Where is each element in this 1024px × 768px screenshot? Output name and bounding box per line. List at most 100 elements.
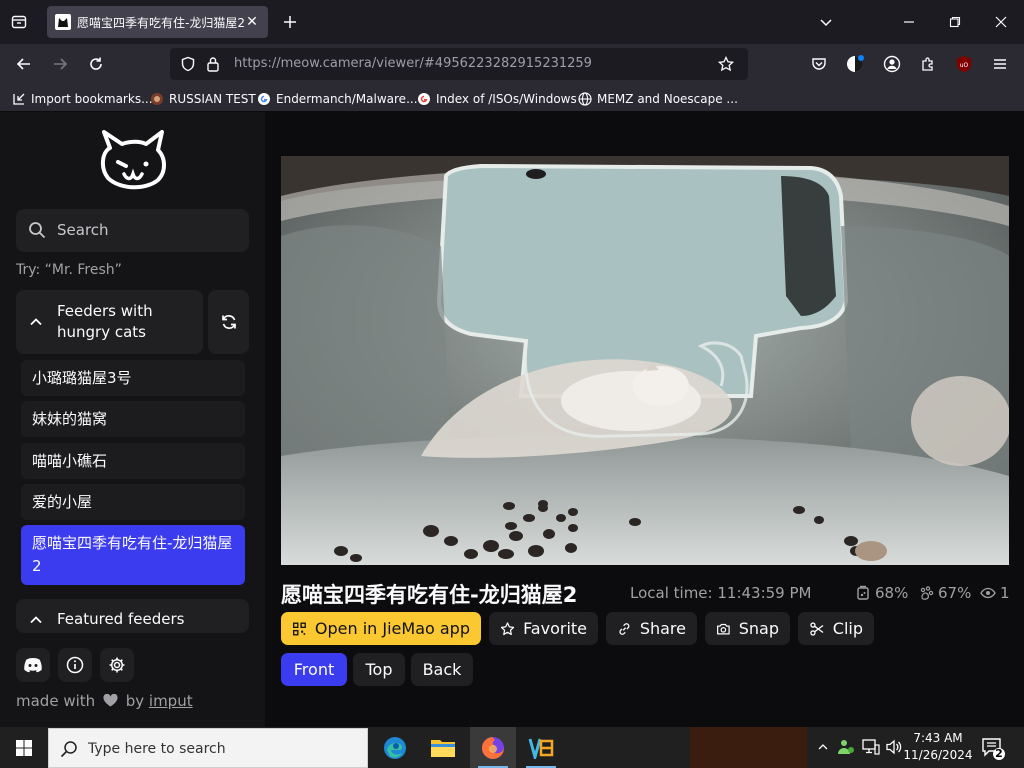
clip-button[interactable]: Clip <box>798 612 874 645</box>
chevron-up-icon <box>28 314 44 330</box>
tab-bar: 愿喵宝四季有吃有住-龙归猫屋2 ✕ <box>0 0 1024 44</box>
discord-button[interactable] <box>16 648 50 682</box>
viewer-count-stat: 1 <box>980 584 1010 602</box>
hamburger-menu-icon[interactable] <box>989 53 1011 75</box>
scissors-icon <box>810 621 824 636</box>
camera-feed-image <box>281 156 1009 565</box>
volume-icon[interactable] <box>885 738 903 756</box>
pocket-icon[interactable] <box>808 53 830 75</box>
view-back-button[interactable]: Back <box>411 653 473 686</box>
user-presence-icon[interactable] <box>837 738 855 756</box>
made-with-text: made with <box>16 692 96 710</box>
show-hidden-icons-chevron-icon[interactable] <box>814 738 832 756</box>
snap-button[interactable]: Snap <box>705 612 790 645</box>
close-window-icon[interactable] <box>990 11 1012 33</box>
bookmark-label: MEMZ and Noescape ... <box>597 91 738 106</box>
list-all-tabs-icon[interactable] <box>8 11 30 33</box>
virtualbox-icon[interactable] <box>518 727 564 768</box>
author-link[interactable]: imput <box>149 692 193 710</box>
favorite-button[interactable]: Favorite <box>489 612 598 645</box>
open-in-app-button[interactable]: Open in JieMao app <box>281 612 481 645</box>
feeder-item[interactable]: 妹妹的猫窝 <box>21 401 245 437</box>
close-tab-icon[interactable]: ✕ <box>244 14 260 30</box>
view-top-button[interactable]: Top <box>353 653 405 686</box>
feeder-item[interactable]: 小璐璐猫屋3号 <box>21 360 245 396</box>
bookmark-label: Index of /ISOs/Windows <box>436 91 577 106</box>
clip-label: Clip <box>832 619 863 638</box>
desktop-wallpaper-peek <box>690 727 807 768</box>
account-icon[interactable] <box>881 53 903 75</box>
refresh-button[interactable] <box>208 290 249 354</box>
edge-browser-icon[interactable] <box>372 727 418 768</box>
heart-icon <box>103 694 118 707</box>
feeder-item[interactable]: 爱的小屋 <box>21 484 245 520</box>
paw-icon <box>920 586 934 600</box>
bookmarks-toolbar: Import bookmarks... RUSSIAN TEST Enderma… <box>0 84 1024 112</box>
snap-label: Snap <box>738 619 779 638</box>
windows-start-icon[interactable] <box>0 727 48 768</box>
bookmark-label: Import bookmarks... <box>31 91 153 106</box>
bookmark-memz-noescape[interactable]: MEMZ and Noescape ... <box>578 90 738 107</box>
tab-overflow-chevron-icon[interactable] <box>815 11 837 33</box>
address-bar[interactable]: https://meow.camera/viewer/#495622328291… <box>170 48 748 80</box>
cat-favicon-icon <box>55 14 71 30</box>
dark-mode-extension-icon[interactable] <box>844 53 866 75</box>
group-title: Featured feeders <box>57 610 185 628</box>
search-icon <box>28 221 46 239</box>
taskbar-search-input[interactable]: Type here to search <box>48 728 368 768</box>
tracking-protection-shield-icon[interactable] <box>180 56 196 72</box>
clock-date: 11/26/2024 <box>903 748 973 762</box>
firefox-icon[interactable] <box>470 727 516 768</box>
restore-icon[interactable] <box>944 11 966 33</box>
viewer-count-value: 1 <box>1000 584 1010 602</box>
ublock-origin-icon[interactable]: uO <box>953 53 975 75</box>
extensions-puzzle-icon[interactable] <box>917 53 939 75</box>
bookmark-russian-test[interactable]: RUSSIAN TEST <box>150 90 256 107</box>
url-text[interactable]: https://meow.camera/viewer/#495622328291… <box>234 56 592 71</box>
made-with-by: by <box>125 692 145 710</box>
minimize-icon[interactable] <box>898 11 920 33</box>
hungry-feeders-group-toggle[interactable]: Feeders with hungry cats <box>16 290 203 354</box>
forward-arrow-icon[interactable] <box>49 53 71 75</box>
back-arrow-icon[interactable] <box>13 53 35 75</box>
url-path: /viewer/#4956223282915231259 <box>371 56 592 71</box>
bookmark-index-of-isos[interactable]: Index of /ISOs/Windows <box>417 90 577 107</box>
bookmark-import[interactable]: Import bookmarks... <box>12 90 153 107</box>
windows-taskbar: Type here to search 7:43 AM 11/26/2024 2 <box>0 727 1024 768</box>
meow-camera-page: Search Try: “Mr. Fresh” Feeders with hun… <box>0 112 1024 727</box>
site-favicon-icon <box>151 92 163 105</box>
google-favicon-icon <box>418 92 430 105</box>
feeder-title: 愿喵宝四季有吃有住-龙归猫屋2 <box>281 583 578 607</box>
reload-icon[interactable] <box>85 53 107 75</box>
feeder-item[interactable]: 喵喵小礁石 <box>21 443 245 479</box>
refresh-icon <box>221 315 236 329</box>
svg-text:uO: uO <box>960 62 969 69</box>
settings-button[interactable] <box>100 648 134 682</box>
taskbar-clock[interactable]: 7:43 AM 11/26/2024 <box>903 730 973 764</box>
browser-tab[interactable]: 愿喵宝四季有吃有住-龙归猫屋2 ✕ <box>47 6 268 38</box>
qr-code-icon <box>292 622 306 635</box>
discord-icon <box>24 658 42 673</box>
notification-center-icon[interactable]: 2 <box>980 735 1006 761</box>
view-front-button[interactable]: Front <box>281 653 347 686</box>
lock-icon[interactable] <box>206 56 220 72</box>
camera-feed-video[interactable] <box>281 156 1009 565</box>
bookmark-endermanch-malware[interactable]: Endermanch/Malware... <box>257 90 418 107</box>
group-title: Feeders with hungry cats <box>57 302 153 341</box>
cat-logo-icon[interactable] <box>96 128 170 194</box>
sidebar: Search Try: “Mr. Fresh” Feeders with hun… <box>0 112 265 727</box>
info-button[interactable] <box>58 648 92 682</box>
feeder-item-active[interactable]: 愿喵宝四季有吃有住-龙归猫屋2 <box>21 525 245 585</box>
search-icon <box>60 740 78 758</box>
file-explorer-icon[interactable] <box>420 727 466 768</box>
url-host: https://meow.camera <box>234 56 372 71</box>
bookmark-star-icon[interactable] <box>718 56 734 72</box>
network-icon[interactable] <box>862 738 880 756</box>
notification-count: 2 <box>995 747 1003 760</box>
food-container-icon <box>857 585 869 600</box>
share-button[interactable]: Share <box>606 612 697 645</box>
eye-icon <box>980 587 996 599</box>
new-tab-icon[interactable] <box>279 11 301 33</box>
search-input[interactable]: Search <box>16 209 249 252</box>
featured-feeders-group-toggle[interactable]: Featured feeders <box>16 599 249 633</box>
